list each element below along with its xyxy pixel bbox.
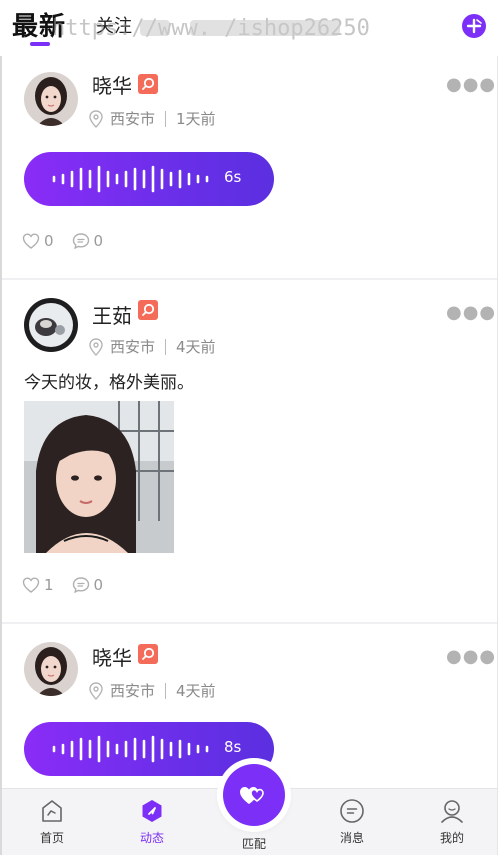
username[interactable]: 王茹 — [92, 300, 132, 329]
comment-icon — [72, 233, 89, 250]
avatar[interactable] — [24, 298, 78, 352]
nav-feed[interactable]: 动态 — [122, 797, 182, 846]
feed-post[interactable]: 王茹 西安市 4天前 ●●● 今天的妆，格外美丽。 1 0 — [2, 280, 497, 622]
username[interactable]: 晓华 — [92, 642, 132, 671]
post-meta: 西安市 4天前 — [88, 680, 216, 701]
nav-mine[interactable]: 我的 — [422, 797, 482, 846]
publish-button[interactable] — [462, 14, 486, 38]
heart-outline-icon — [22, 577, 40, 593]
more-options-button[interactable]: ●●● — [446, 302, 496, 323]
post-stats: 1 0 — [22, 576, 121, 594]
match-button[interactable] — [223, 764, 285, 826]
like-count: 1 — [44, 576, 54, 594]
tab-active-indicator — [30, 42, 50, 46]
heart-outline-icon — [22, 233, 40, 249]
avatar-image — [24, 642, 78, 696]
more-options-button[interactable]: ●●● — [446, 74, 496, 95]
location-pin-icon — [89, 337, 103, 356]
search-badge-icon — [142, 77, 155, 90]
search-badge-icon — [142, 647, 155, 660]
post-stats: 0 0 — [22, 232, 121, 250]
like-button[interactable]: 0 — [22, 232, 54, 250]
avatar-image — [24, 72, 78, 126]
divider — [165, 338, 167, 355]
hearts-icon — [240, 787, 264, 804]
feed-post[interactable]: 晓华 西安市 1天前 ●●● 6s 0 0 — [2, 58, 497, 278]
photo-image — [24, 401, 174, 553]
comment-icon — [72, 577, 89, 594]
username[interactable]: 晓华 — [92, 70, 132, 99]
vip-badge — [138, 300, 158, 320]
nav-home[interactable]: 首页 — [22, 797, 82, 846]
profile-icon — [441, 800, 463, 823]
waveform-icon — [52, 165, 209, 193]
nav-messages[interactable]: 消息 — [322, 797, 382, 846]
more-options-button[interactable]: ●●● — [446, 646, 496, 667]
post-meta: 西安市 1天前 — [88, 108, 216, 129]
location-text: 西安市 — [110, 110, 156, 128]
post-time: 1天前 — [176, 110, 216, 128]
voice-duration: 8s — [224, 738, 242, 756]
top-header: 最新 关注 https://www. /ishop26250 — [0, 0, 498, 56]
comment-count: 0 — [93, 232, 104, 250]
post-photo[interactable] — [24, 401, 174, 553]
like-count: 0 — [44, 232, 54, 250]
comment-button[interactable]: 0 — [72, 576, 104, 594]
avatar[interactable] — [24, 642, 78, 696]
divider — [165, 682, 167, 699]
nav-home-label: 首页 — [39, 831, 64, 845]
divider — [165, 110, 167, 127]
post-meta: 西安市 4天前 — [88, 336, 216, 357]
avatar[interactable] — [24, 72, 78, 126]
nav-mine-label: 我的 — [439, 831, 464, 845]
comment-count: 0 — [93, 576, 104, 594]
home-icon — [42, 800, 62, 822]
location-text: 西安市 — [110, 682, 156, 700]
watermark-blur — [190, 20, 340, 36]
like-button[interactable]: 1 — [22, 576, 54, 594]
waveform-icon — [52, 735, 209, 763]
vip-badge — [138, 74, 158, 94]
comment-button[interactable]: 0 — [72, 232, 104, 250]
vip-badge — [138, 644, 158, 664]
post-time: 4天前 — [176, 338, 216, 356]
nav-feed-label: 动态 — [139, 831, 164, 845]
plus-icon — [466, 18, 482, 34]
nav-messages-label: 消息 — [339, 831, 364, 845]
voice-message[interactable]: 6s — [24, 152, 274, 206]
post-text: 今天的妆，格外美丽。 — [24, 373, 194, 393]
message-icon — [340, 799, 364, 823]
location-pin-icon — [89, 681, 103, 700]
voice-duration: 6s — [224, 168, 242, 186]
watermark-blur — [140, 20, 170, 36]
location-pin-icon — [89, 109, 103, 128]
post-time: 4天前 — [176, 682, 216, 700]
avatar-image — [24, 298, 78, 352]
feed-icon — [142, 800, 162, 822]
nav-match-label: 匹配 — [241, 837, 266, 851]
search-badge-icon — [142, 303, 155, 316]
location-text: 西安市 — [110, 338, 156, 356]
